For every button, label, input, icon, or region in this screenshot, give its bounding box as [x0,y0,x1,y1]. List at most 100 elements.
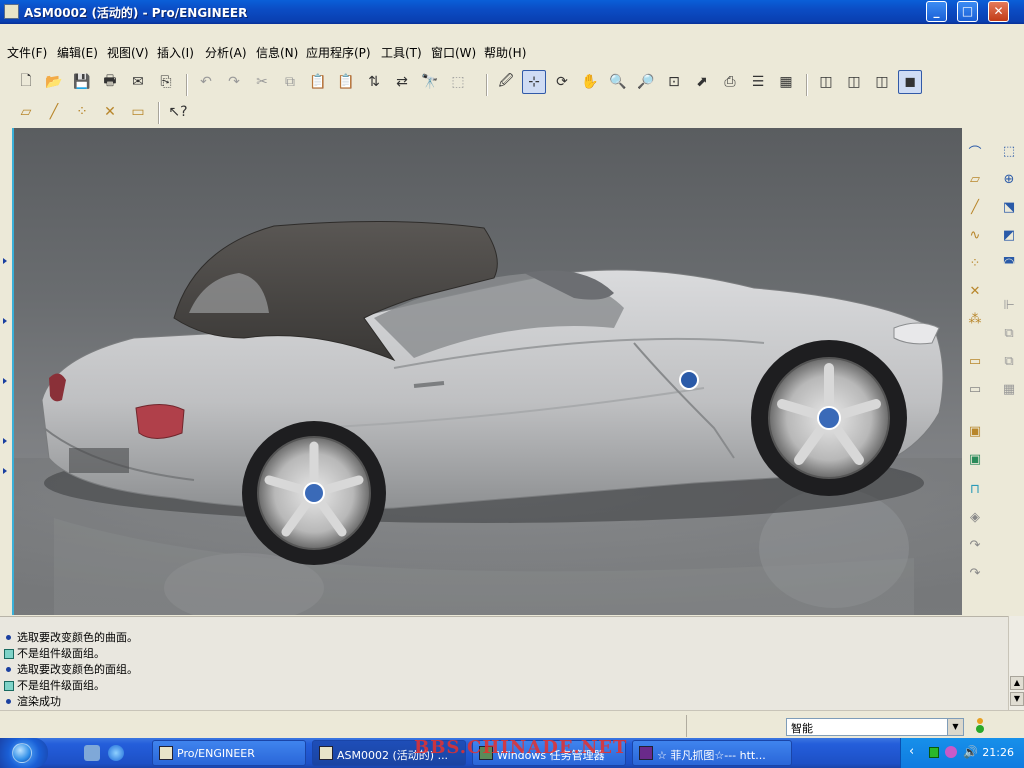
ie-icon[interactable] [108,745,124,761]
datum-points-icon[interactable]: ⁘ [70,100,94,124]
assemble-icon[interactable]: ▣ [964,420,986,442]
selection-filter[interactable]: 智能 ▼ [786,718,964,736]
wireframe-icon[interactable]: ◫ [814,70,838,94]
close-button[interactable]: ✕ [988,1,1009,22]
message-scrollbar[interactable]: ▲ ▼ [1008,616,1024,710]
send-link-icon[interactable]: ⎘ [154,70,178,94]
print-icon[interactable]: 🖶 [98,70,122,94]
zoom-out-icon[interactable]: 🔎 [634,70,658,94]
volume-icon[interactable]: 🔊 [963,745,978,759]
tray-expand-icon[interactable]: ‹ [909,744,914,759]
rotate-icon[interactable]: ↷ [964,562,986,584]
grid-icon[interactable]: ▦ [998,378,1020,400]
plane-tool-icon[interactable]: ▱ [964,168,986,190]
context-help-icon[interactable]: ↖? [166,100,190,124]
offset-icon[interactable]: ⧉ [998,322,1020,344]
axis-tool-icon[interactable]: ╱ [964,196,986,218]
menu-view[interactable]: 视图(V) [107,44,149,61]
repaint-icon[interactable]: 🖉 [494,70,518,94]
new-icon[interactable]: 🗋 [14,70,38,94]
title-bar[interactable]: ASM0002 (活动的) - Pro/ENGINEER _ □ ✕ [0,0,1024,24]
analysis-feature-icon[interactable]: ▭ [964,378,986,400]
menu-edit[interactable]: 编辑(E) [57,44,98,61]
start-button[interactable] [0,738,48,768]
regen-manager-icon[interactable]: ⇄ [390,70,414,94]
minimize-button[interactable]: _ [926,1,947,22]
cut-icon[interactable]: ✂ [250,70,274,94]
chevron-down-icon[interactable]: ▼ [947,719,963,735]
clock[interactable]: 21:26 [982,746,1014,759]
pan-icon[interactable]: ✋ [578,70,602,94]
reorient-icon[interactable]: ⬈ [690,70,714,94]
menu-window[interactable]: 窗口(W) [431,44,476,61]
open-icon[interactable]: 📂 [42,70,66,94]
menu-file[interactable]: 文件(F) [7,44,47,61]
orient-mode-icon[interactable]: ⟳ [550,70,574,94]
datum-axes-icon[interactable]: ╱ [42,100,66,124]
revolve-icon[interactable]: ⊕ [998,168,1020,190]
datum-csys-icon[interactable]: ✕ [98,100,122,124]
regenerate-icon[interactable]: ⇅ [362,70,386,94]
zoom-in-icon[interactable]: 🔍 [606,70,630,94]
menu-applications[interactable]: 应用程序(P) [306,44,371,61]
task-proe[interactable]: Pro/ENGINEER [152,740,306,766]
view-manager-icon[interactable]: ▦ [774,70,798,94]
spin-center-icon[interactable]: ⊹ [522,70,546,94]
maximize-button[interactable]: □ [957,1,978,22]
feature-toolbar: ⌒ ▱ ╱ ∿ ⁘ ✕ ⁂ ▭ ▭ ▣ ▣ ⊓ ◈ ↷ ↷ ⬚ ⊕ ⬔ ◩ ◚ … [962,128,1024,615]
extrude-icon[interactable]: ⬚ [998,140,1020,162]
mirror-icon[interactable]: ◈ [964,506,986,528]
datum-planes-icon[interactable]: ▱ [14,100,38,124]
desktop-icon[interactable] [84,745,100,761]
redo-icon[interactable]: ↷ [222,70,246,94]
rendered-car-model[interactable] [14,128,962,615]
menu-help[interactable]: 帮助(H) [484,44,526,61]
symmetric-icon[interactable]: ⊩ [998,294,1020,316]
annotation-icon[interactable]: ▭ [126,100,150,124]
save-icon[interactable]: 💾 [70,70,94,94]
scroll-up-icon[interactable]: ▲ [1010,676,1024,690]
scroll-down-icon[interactable]: ▼ [1010,692,1024,706]
menu-info[interactable]: 信息(N) [256,44,298,61]
expand-arrow-icon[interactable] [3,258,9,264]
graphics-window[interactable] [14,128,962,615]
expand-arrow-icon[interactable] [3,318,9,324]
hidden-line-icon[interactable]: ◫ [842,70,866,94]
sketch-tool-icon[interactable]: ⌒ [964,140,986,162]
copy-feature-icon[interactable]: ⧉ [998,350,1020,372]
message-line: 选取要改变颜色的曲面。 [4,629,138,645]
paste-special-icon[interactable]: 📋 [334,70,358,94]
find-icon[interactable]: 🔭 [418,70,442,94]
paste-icon[interactable]: 📋 [306,70,330,94]
shading-icon[interactable]: ◼ [898,70,922,94]
menu-tools[interactable]: 工具(T) [381,44,422,61]
blend-icon[interactable]: ◩ [998,224,1020,246]
curve-tool-icon[interactable]: ∿ [964,224,986,246]
create-component-icon[interactable]: ▣ [964,448,986,470]
refit-icon[interactable]: ⊡ [662,70,686,94]
surface-icon[interactable]: ◚ [998,252,1020,274]
undo-icon[interactable]: ↶ [194,70,218,94]
expand-arrow-icon[interactable] [3,468,9,474]
network-icon[interactable] [929,747,939,758]
csys-tool-icon[interactable]: ⁂ [964,308,986,330]
layers-icon[interactable]: ☰ [746,70,770,94]
no-hidden-icon[interactable]: ◫ [870,70,894,94]
send-email-icon[interactable]: ✉ [126,70,150,94]
hole-icon[interactable]: ↷ [964,534,986,556]
menu-insert[interactable]: 插入(I) [157,44,194,61]
sweep-icon[interactable]: ⬔ [998,196,1020,218]
select-box-icon[interactable]: ⬚ [446,70,470,94]
copy-icon[interactable]: ⧉ [278,70,302,94]
app-tray-icon[interactable] [945,746,957,758]
expand-arrow-icon[interactable] [3,438,9,444]
menu-analysis[interactable]: 分析(A) [205,44,247,61]
expand-arrow-icon[interactable] [3,378,9,384]
navigator-strip[interactable] [0,128,14,615]
point-offset-icon[interactable]: ✕ [964,280,986,302]
pattern-icon[interactable]: ⊓ [964,478,986,500]
task-screenshot-tool[interactable]: ☆ 菲凡抓图☆--- htt... [632,740,792,766]
annotation-feature-icon[interactable]: ▭ [964,350,986,372]
named-view-icon[interactable]: ⎙ [718,70,742,94]
point-tool-icon[interactable]: ⁘ [964,252,986,274]
